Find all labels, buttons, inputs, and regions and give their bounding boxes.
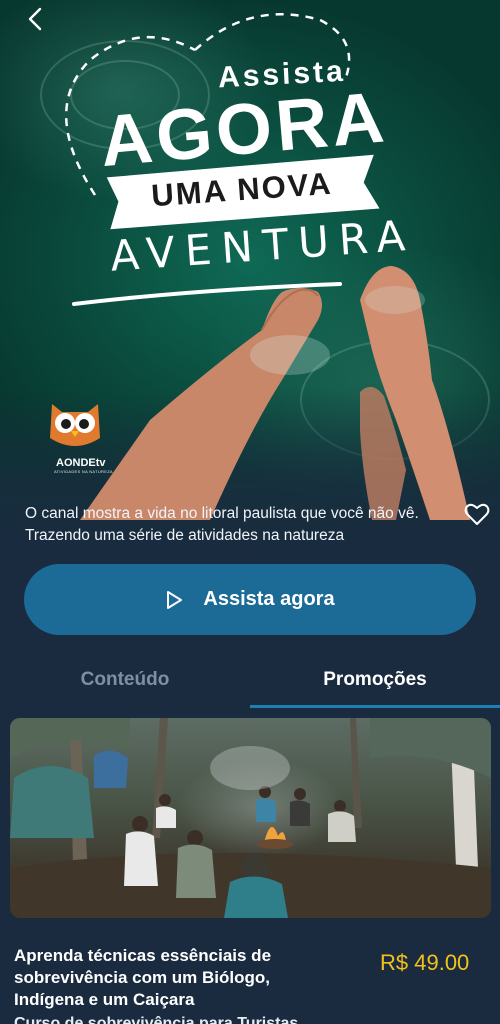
- active-tab-indicator: [250, 705, 500, 708]
- heart-outline-icon: [464, 503, 490, 525]
- promo-card-title[interactable]: Aprenda técnicas essênciais de sobrevivê…: [14, 945, 334, 1011]
- promo-card-image[interactable]: [10, 718, 491, 918]
- campfire-group-photo: [10, 718, 491, 918]
- content-tabs: Conteúdo Promoções: [0, 652, 500, 708]
- watch-now-button[interactable]: Assista agora: [24, 564, 476, 635]
- back-button[interactable]: [20, 4, 50, 34]
- promo-card-subtitle: Curso de sobrevivência para Turistas: [14, 1015, 299, 1024]
- owl-logo-icon: [50, 404, 100, 446]
- logo-tagline: ATIVIDADES NA NATUREZA: [54, 469, 113, 474]
- hero-banner: Assista AGORA UMA NOVA AVENTURA AONDEtv …: [0, 0, 500, 560]
- tab-conteudo[interactable]: Conteúdo: [0, 652, 250, 708]
- favorite-button[interactable]: [462, 500, 492, 528]
- brush-underline: [72, 282, 342, 306]
- watch-now-label: Assista agora: [203, 588, 335, 610]
- channel-description: O canal mostra a vida no litoral paulist…: [25, 505, 419, 544]
- back-arrow-icon: [28, 7, 42, 31]
- logo-name: AONDEtv: [56, 457, 106, 469]
- tab-promocoes[interactable]: Promoções: [250, 652, 500, 708]
- channel-logo: AONDEtv ATIVIDADES NA NATUREZA: [36, 398, 116, 474]
- play-icon: [167, 590, 183, 609]
- promo-card-price: R$ 49.00: [380, 950, 470, 975]
